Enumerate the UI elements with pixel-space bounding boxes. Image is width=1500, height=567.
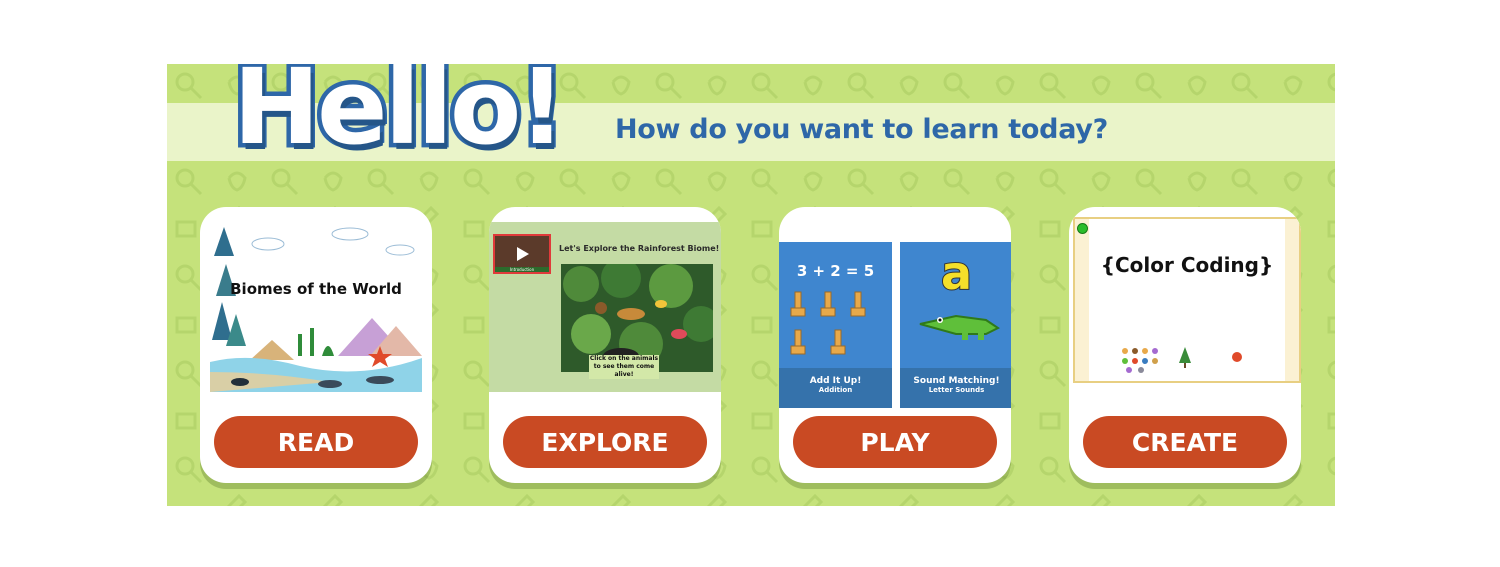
card-explore[interactable]: Introduction Let's Explore the Rainfores… bbox=[489, 207, 721, 483]
video-label: Introduction bbox=[495, 267, 549, 272]
sound-matching-panel[interactable]: a Sound Matching! Letter Sounds bbox=[900, 242, 1011, 408]
biomes-illustration bbox=[210, 227, 422, 392]
greeting-title: Hello! bbox=[229, 64, 571, 173]
sound-matching-subtitle: Letter Sounds bbox=[928, 386, 985, 394]
card-create[interactable]: {Color Coding} CREATE bbox=[1069, 207, 1301, 483]
addition-title: Add It Up! bbox=[809, 376, 862, 386]
addition-game-panel[interactable]: 3 + 2 = 5 Add It Up! Addition bbox=[779, 242, 892, 408]
sound-matching-title: Sound Matching! bbox=[913, 376, 1000, 386]
crocodile-icon bbox=[919, 314, 1000, 340]
play-icon bbox=[517, 247, 529, 261]
card-read[interactable]: Biomes of the World READ bbox=[200, 207, 432, 483]
tool-sidebar-right bbox=[1285, 219, 1299, 381]
create-thumbnail-title: {Color Coding} bbox=[1100, 253, 1274, 277]
animal-stickers bbox=[1122, 347, 1242, 373]
read-thumbnail-title: Biomes of the World bbox=[230, 280, 402, 298]
explore-caption: Click on the animals to see them come al… bbox=[589, 355, 659, 379]
create-button[interactable]: CREATE bbox=[1083, 416, 1287, 468]
status-dot bbox=[1077, 223, 1088, 234]
explore-thumbnail[interactable]: Introduction Let's Explore the Rainfores… bbox=[489, 222, 721, 392]
giraffe-icon bbox=[790, 291, 866, 355]
intro-video-thumbnail[interactable]: Introduction bbox=[493, 234, 551, 274]
addition-subtitle: Addition bbox=[818, 386, 853, 394]
read-thumbnail[interactable]: Biomes of the World bbox=[210, 222, 422, 392]
explore-thumbnail-title: Let's Explore the Rainforest Biome! bbox=[559, 244, 720, 253]
hero-banner: Hello! How do you want to learn today? B… bbox=[167, 64, 1335, 506]
tagline: How do you want to learn today? bbox=[615, 114, 1108, 145]
create-thumbnail[interactable]: {Color Coding} bbox=[1073, 217, 1301, 383]
read-button[interactable]: READ bbox=[214, 416, 418, 468]
letter-display: a bbox=[940, 245, 973, 301]
card-play[interactable]: 3 + 2 = 5 Add It Up! Addition a Sound Ma… bbox=[779, 207, 1011, 483]
explore-button[interactable]: EXPLORE bbox=[503, 416, 707, 468]
tool-sidebar-left bbox=[1075, 219, 1089, 381]
equation-text: 3 + 2 = 5 bbox=[796, 262, 875, 280]
play-button[interactable]: PLAY bbox=[793, 416, 997, 468]
